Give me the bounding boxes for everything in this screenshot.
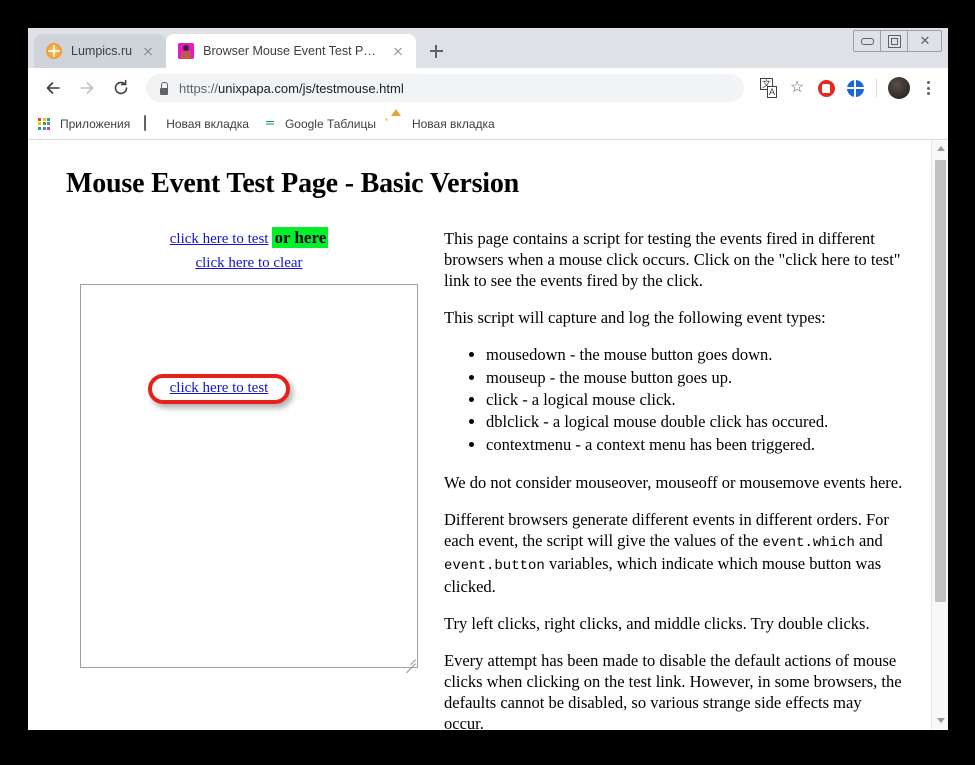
click-here-to-test-link-overlay[interactable]: click here to test <box>170 380 269 396</box>
bookmark-label: Приложения <box>60 117 130 131</box>
list-item: click - a logical mouse click. <box>486 389 905 411</box>
adblock-icon <box>818 80 835 97</box>
tab-title: Browser Mouse Event Test Page <box>203 44 382 58</box>
bookmark-new-tab-1[interactable]: Новая вкладка <box>144 116 249 132</box>
maximize-button[interactable] <box>881 31 908 51</box>
tab-title: Lumpics.ru <box>71 44 132 58</box>
tab-close-icon[interactable] <box>390 43 406 59</box>
content-columns: click here to test or here click here to… <box>66 228 913 729</box>
document-icon <box>144 116 160 132</box>
menu-dot <box>927 87 930 90</box>
intro-paragraph: This page contains a script for testing … <box>444 228 905 291</box>
clear-link-row: click here to clear <box>80 254 418 272</box>
back-arrow-icon <box>43 78 63 98</box>
google-sheets-icon <box>263 116 279 132</box>
browser-toolbar: https://unixpapa.com/js/testmouse.html ☆ <box>28 68 948 108</box>
annotated-test-link[interactable]: click here to test <box>154 379 284 397</box>
different-browsers-paragraph: Different browsers generate different ev… <box>444 509 905 597</box>
new-tab-button[interactable] <box>422 37 450 65</box>
test-link-row: click here to test or here <box>80 228 418 252</box>
bookmark-label: Новая вкладка <box>166 117 249 131</box>
every-attempt-paragraph: Every attempt has been made to disable t… <box>444 650 905 729</box>
apps-grid-icon <box>38 116 54 132</box>
lumpics-favicon-icon <box>46 43 62 59</box>
code-event-which: event.which <box>762 535 854 551</box>
lock-icon <box>158 82 169 95</box>
adblock-button[interactable] <box>813 75 839 101</box>
image-icon <box>390 116 406 132</box>
resize-grip-icon[interactable] <box>402 652 416 666</box>
page-title: Mouse Event Test Page - Basic Version <box>66 168 913 200</box>
web-page-content: Mouse Event Test Page - Basic Version cl… <box>28 140 931 729</box>
try-clicks-paragraph: Try left clicks, right clicks, and middl… <box>444 613 905 634</box>
page-viewport: Mouse Event Test Page - Basic Version cl… <box>28 140 948 729</box>
translate-button[interactable] <box>755 75 781 101</box>
event-types-list: mousedown - the mouse button goes down. … <box>444 344 905 455</box>
scroll-down-arrow-icon[interactable] <box>932 712 948 729</box>
click-here-to-test-link[interactable]: click here to test <box>170 231 269 247</box>
list-item: mousedown - the mouse button goes down. <box>486 344 905 366</box>
click-here-to-clear-link[interactable]: click here to clear <box>195 255 302 271</box>
text-part: and <box>855 531 883 550</box>
bookmark-star-button[interactable]: ☆ <box>784 75 810 101</box>
url-text: https://unixpapa.com/js/testmouse.html <box>179 81 404 96</box>
code-event-button: event.button <box>444 558 545 574</box>
url-host-path: unixpapa.com/js/testmouse.html <box>218 81 404 96</box>
bookmarks-bar: Приложения Новая вкладка Google Таблицы … <box>28 108 948 140</box>
translate-icon <box>760 81 776 96</box>
list-item: mouseup - the mouse button goes up. <box>486 367 905 389</box>
menu-dot <box>927 81 930 84</box>
bookmark-new-tab-2[interactable]: Новая вкладка <box>390 116 495 132</box>
profile-button[interactable] <box>886 75 912 101</box>
chrome-menu-button[interactable] <box>916 76 940 100</box>
back-button[interactable] <box>38 73 68 103</box>
description-column: This page contains a script for testing … <box>418 228 913 729</box>
window-controls: ✕ <box>853 30 942 52</box>
globe-icon <box>847 80 864 97</box>
url-scheme: https:// <box>179 81 218 96</box>
toolbar-separator <box>876 79 877 97</box>
event-log-textarea[interactable] <box>80 284 418 668</box>
tab-lumpics[interactable]: Lumpics.ru <box>34 34 166 68</box>
mouse-test-favicon-icon <box>178 43 194 59</box>
reload-icon <box>111 78 131 98</box>
list-item: contextmenu - a context menu has been tr… <box>486 434 905 456</box>
bookmark-label: Новая вкладка <box>412 117 495 131</box>
tab-strip: Lumpics.ru Browser Mouse Event Test Page… <box>28 28 948 68</box>
forward-button[interactable] <box>72 73 102 103</box>
bookmark-apps[interactable]: Приложения <box>38 116 130 132</box>
minimize-button[interactable] <box>854 31 881 51</box>
tab-mouse-event-test[interactable]: Browser Mouse Event Test Page <box>166 34 416 68</box>
close-window-button[interactable]: ✕ <box>908 31 941 51</box>
bookmark-google-sheets[interactable]: Google Таблицы <box>263 116 376 132</box>
forward-arrow-icon <box>77 78 97 98</box>
scroll-up-arrow-icon[interactable] <box>932 140 948 157</box>
tab-close-icon[interactable] <box>140 43 156 59</box>
list-item: dblclick - a logical mouse double click … <box>486 411 905 433</box>
address-bar[interactable]: https://unixpapa.com/js/testmouse.html <box>146 74 744 102</box>
avatar <box>888 77 910 99</box>
or-here-highlight: or here <box>272 227 328 248</box>
test-column: click here to test or here click here to… <box>66 228 418 668</box>
no-consider-paragraph: We do not consider mouseover, mouseoff o… <box>444 472 905 493</box>
bookmark-label: Google Таблицы <box>285 117 376 131</box>
page-scrollbar[interactable] <box>931 140 948 729</box>
star-icon: ☆ <box>790 80 804 96</box>
capture-paragraph: This script will capture and log the fol… <box>444 307 905 328</box>
scrollbar-thumb[interactable] <box>935 160 946 602</box>
reload-button[interactable] <box>106 73 136 103</box>
globe-extension-button[interactable] <box>842 75 868 101</box>
browser-window: Lumpics.ru Browser Mouse Event Test Page… <box>28 28 948 730</box>
menu-dot <box>927 92 930 95</box>
